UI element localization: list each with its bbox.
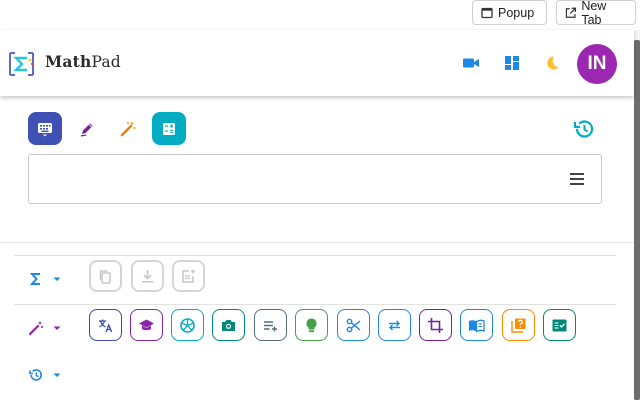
open-book-icon [469, 319, 485, 333]
copy-button[interactable] [89, 260, 122, 292]
magic-wand-mode-button[interactable] [111, 112, 145, 145]
swap-arrows-icon [389, 320, 400, 330]
quiz-icon [511, 318, 526, 333]
draw-pen-icon [80, 123, 93, 137]
keyboard-icon [38, 122, 52, 136]
camera-icon [222, 319, 235, 331]
window-toolbar: Popup New Tab [0, 0, 640, 30]
crop-icon [428, 317, 443, 333]
quiz-button[interactable] [502, 309, 535, 341]
caret-down-icon [53, 277, 61, 281]
dark-mode-moon-icon[interactable] [543, 54, 561, 72]
scissors-button[interactable] [337, 309, 370, 341]
calculator-mode-button[interactable] [152, 112, 186, 145]
brand-name: MathPad [45, 52, 121, 71]
brand-rest: Pad [91, 53, 121, 71]
popup-button[interactable]: Popup [472, 0, 547, 25]
history-icon[interactable] [572, 117, 596, 141]
sigma-row-toggle[interactable] [28, 271, 62, 287]
caret-down-icon [53, 326, 61, 330]
mathpad-logo-icon [9, 52, 34, 76]
scissors-icon [346, 318, 361, 332]
swap-button[interactable] [378, 309, 411, 341]
aperture-button[interactable] [171, 309, 204, 341]
fact-check-icon [552, 319, 567, 331]
download-button[interactable] [131, 260, 164, 292]
sigma-icon [29, 273, 40, 285]
scrollbar-thumb[interactable] [634, 40, 640, 400]
magic-wand-icon [28, 321, 43, 336]
user-avatar[interactable]: IN [577, 44, 617, 84]
read-button[interactable] [460, 309, 493, 341]
open-in-new-icon [565, 7, 576, 18]
panel-divider [14, 255, 616, 256]
popup-label: Popup [498, 5, 535, 20]
translate-button[interactable] [89, 309, 122, 341]
history-row-toggle[interactable] [28, 367, 62, 383]
insert-note-button[interactable] [172, 260, 205, 292]
dashboard-icon[interactable] [503, 54, 521, 72]
hint-button[interactable] [295, 309, 328, 341]
learn-button[interactable] [130, 309, 163, 341]
camera-button[interactable] [212, 309, 245, 341]
copy-icon [99, 269, 111, 284]
window-icon [481, 7, 493, 18]
crop-button[interactable] [419, 309, 452, 341]
brand-bold: Math [45, 52, 92, 71]
app-header: MathPad IN [0, 30, 634, 96]
mathpad-window: Popup New Tab MathPad IN [0, 0, 640, 400]
download-icon [142, 269, 153, 283]
calculator-icon [163, 122, 175, 135]
camera-aperture-icon [180, 317, 195, 333]
keyboard-mode-button[interactable] [28, 112, 62, 145]
playlist-add-button[interactable] [254, 309, 287, 341]
new-tab-button[interactable]: New Tab [556, 0, 636, 27]
handwriting-mode-button[interactable] [70, 112, 104, 145]
translate-icon [99, 319, 113, 332]
panel-divider [14, 304, 616, 305]
math-input-field[interactable] [28, 154, 602, 204]
hamburger-menu-icon[interactable] [569, 171, 585, 187]
lightbulb-icon [306, 318, 317, 332]
new-tab-label: New Tab [581, 0, 607, 27]
history-icon [29, 369, 42, 381]
caret-down-icon [53, 373, 61, 377]
tools-panel [0, 242, 634, 400]
video-camera-icon[interactable] [462, 54, 480, 72]
playlist-add-icon [264, 320, 277, 331]
checklist-button[interactable] [543, 309, 576, 341]
school-cap-icon [139, 319, 154, 330]
post-add-icon [182, 269, 195, 283]
magic-row-toggle[interactable] [28, 320, 62, 336]
magic-wand-icon [120, 121, 136, 136]
